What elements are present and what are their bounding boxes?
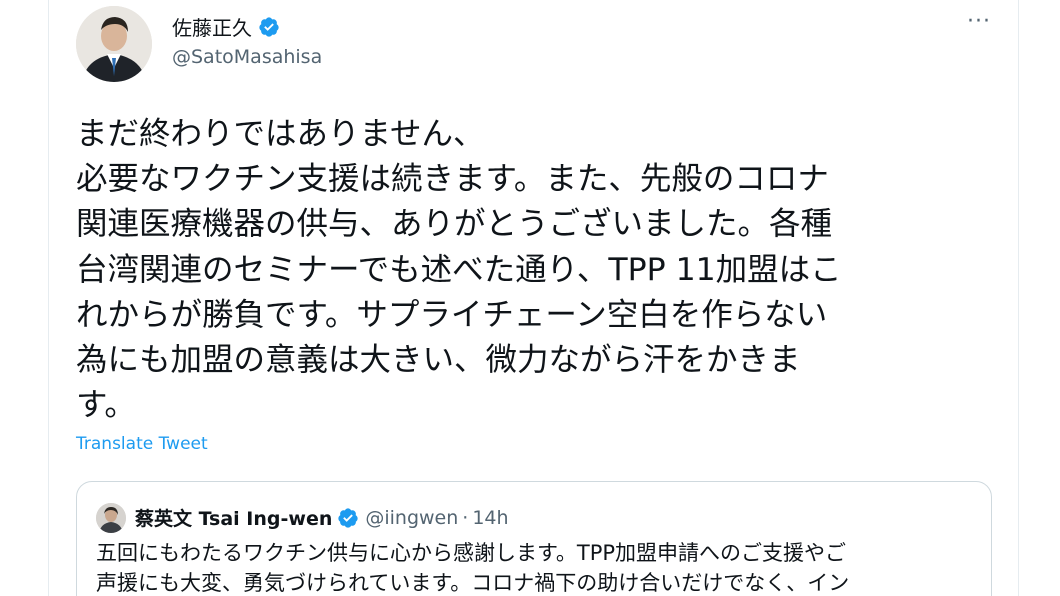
tweet-text: まだ終わりではありません、必要なワクチン支援は続きます。また、先般のコロナ 関連医… [76, 112, 996, 428]
quoted-verified-badge-icon [338, 507, 358, 528]
text-line: まだ終わりではありません、 [76, 116, 485, 152]
quoted-tweet-card[interactable]: 蔡英文 Tsai Ing-wen @iingwen · 14h 五回にもわたるワ… [76, 481, 992, 596]
text-line: 関連医療機器の供与、ありがとうございました。各種 [76, 206, 833, 243]
quoted-author-avatar [96, 503, 126, 533]
verified-badge-icon [259, 16, 279, 37]
text-line: す。 [76, 387, 136, 424]
tweet-page: 佐藤正久 @SatoMasahisa ··· まだ終わりではありません、必要なワ… [0, 0, 1060, 596]
timeline-border-right [1018, 0, 1019, 596]
text-line: 必要なワクチン支援は続きます。また、先般のコロナ [76, 161, 829, 198]
translate-tweet-link[interactable]: Translate Tweet [76, 434, 208, 454]
author-handle[interactable]: @SatoMasahisa [172, 46, 322, 68]
author-avatar[interactable] [76, 6, 152, 82]
text-line: 声援にも大変、勇気づけられています。コロナ禍下の助け合いだけでなく、イン [96, 571, 850, 595]
more-options-icon[interactable]: ··· [962, 11, 996, 36]
quoted-separator: · [462, 506, 469, 529]
quoted-tweet-header: 蔡英文 Tsai Ing-wen @iingwen · 14h [135, 504, 509, 531]
quoted-timestamp[interactable]: 14h [472, 507, 508, 529]
quoted-author-avatar-image [96, 503, 126, 533]
quoted-author-name[interactable]: 蔡英文 Tsai Ing-wen [135, 504, 332, 531]
author-name-row[interactable]: 佐藤正久 [172, 12, 280, 41]
quoted-tweet-text: 五回にもわたるワクチン供与に心から感謝します。TPP加盟申請へのご支援やご 声援に… [96, 538, 976, 596]
author-avatar-image [76, 6, 152, 82]
text-line: れからが勝負です。サプライチェーン空白を作らない [76, 296, 828, 333]
quoted-author-handle[interactable]: @iingwen [365, 507, 458, 529]
text-line: 為にも加盟の意義は大きい、微力ながら汗をかきま [76, 341, 801, 378]
text-line: 台湾関連のセミナーでも述べた通り、TPP 11加盟はこ [76, 251, 842, 288]
timeline-border-left [48, 0, 49, 596]
text-line: 五回にもわたるワクチン供与に心から感謝します。TPP加盟申請へのご支援やご [96, 541, 847, 565]
author-name[interactable]: 佐藤正久 [172, 12, 252, 41]
